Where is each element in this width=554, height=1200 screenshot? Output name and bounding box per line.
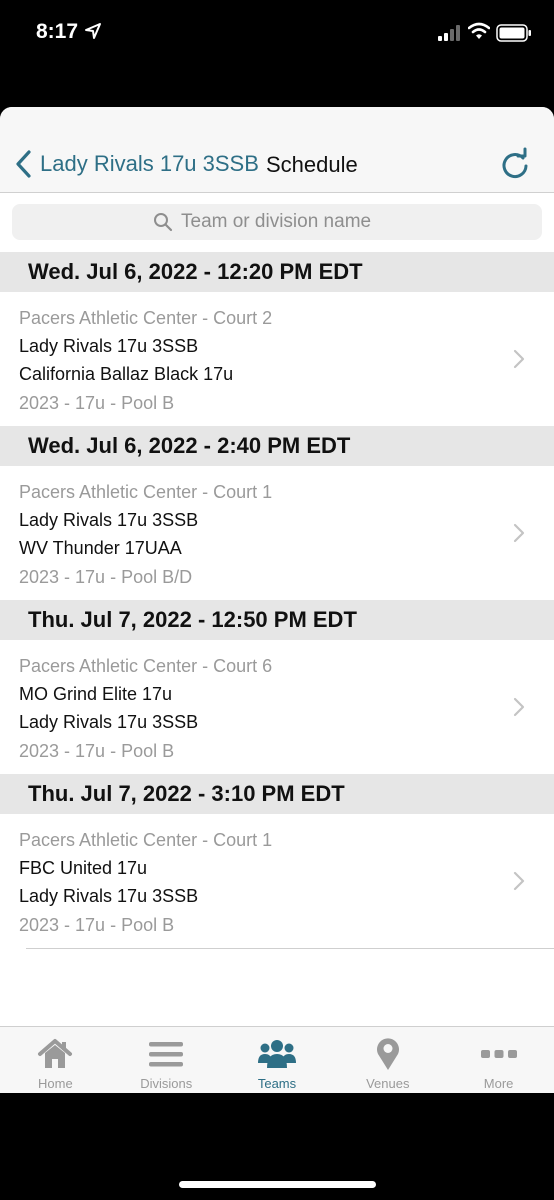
game-team-1: Lady Rivals 17u 3SSB	[19, 510, 199, 530]
tab-teams[interactable]: Teams	[222, 1027, 333, 1093]
game-team-1: FBC United 17u	[19, 858, 148, 878]
game-division: 2023 - 17u - Pool B	[19, 741, 175, 761]
game-row[interactable]: Pacers Athletic Center - Court 1 FBC Uni…	[0, 814, 554, 948]
game-venue: Pacers Athletic Center - Court 6	[19, 656, 273, 676]
back-label: Lady Rivals 17u 3SSB	[40, 151, 259, 176]
tab-label: More	[483, 1076, 514, 1091]
game-team-2: Lady Rivals 17u 3SSB	[19, 886, 199, 906]
game-team-2: California Ballaz Black 17u	[19, 364, 234, 384]
search-icon	[154, 213, 173, 232]
cellular-signal-icon	[438, 25, 460, 41]
game-row[interactable]: Pacers Athletic Center - Court 2 Lady Ri…	[0, 292, 554, 426]
game-division: 2023 - 17u - Pool B/D	[19, 567, 193, 587]
chevron-left-icon	[16, 150, 31, 178]
tab-home[interactable]: Home	[0, 1027, 111, 1093]
game-datetime-header: Thu. Jul 7, 2022 - 3:10 PM EDT	[0, 774, 554, 814]
game-team-2: Lady Rivals 17u 3SSB	[19, 712, 199, 732]
tab-more[interactable]: More	[443, 1027, 554, 1093]
app-screen: Lady Rivals 17u 3SSB Schedule Wed. Jul 6…	[0, 107, 554, 1093]
game-row[interactable]: Pacers Athletic Center - Court 1 Lady Ri…	[0, 466, 554, 600]
tab-venues[interactable]: Venues	[332, 1027, 443, 1093]
location-arrow-icon	[85, 23, 101, 39]
chevron-right-icon	[513, 349, 525, 369]
tab-label: Teams	[257, 1076, 297, 1091]
list-divider	[26, 948, 554, 949]
chevron-right-icon	[513, 871, 525, 891]
tab-divisions[interactable]: Divisions	[111, 1027, 222, 1093]
game-row[interactable]: Pacers Athletic Center - Court 6 MO Grin…	[0, 640, 554, 774]
game-datetime-header: Thu. Jul 7, 2022 - 12:50 PM EDT	[0, 600, 554, 640]
tab-bar: Home Divisions Teams Venues More	[0, 1026, 554, 1093]
wifi-icon	[468, 22, 490, 39]
page-title: Schedule	[266, 152, 358, 177]
tab-label: Divisions	[140, 1076, 193, 1091]
battery-icon	[496, 24, 531, 42]
game-team-1: Lady Rivals 17u 3SSB	[19, 336, 199, 356]
game-datetime-header: Wed. Jul 6, 2022 - 2:40 PM EDT	[0, 426, 554, 466]
teams-icon	[257, 1040, 296, 1068]
search-input[interactable]	[181, 211, 401, 233]
tab-label: Home	[38, 1076, 73, 1091]
home-icon	[38, 1039, 73, 1068]
back-button[interactable]: Lady Rivals 17u 3SSB	[14, 147, 259, 181]
home-indicator[interactable]	[179, 1181, 376, 1188]
game-team-1: MO Grind Elite 17u	[19, 684, 173, 704]
list-icon	[149, 1042, 184, 1067]
more-icon	[480, 1050, 517, 1058]
refresh-icon[interactable]	[499, 147, 531, 181]
game-division: 2023 - 17u - Pool B	[19, 393, 175, 413]
game-venue: Pacers Athletic Center - Court 1	[19, 830, 273, 850]
search-bar[interactable]	[12, 204, 542, 240]
game-venue: Pacers Athletic Center - Court 1	[19, 482, 273, 502]
tab-label: Venues	[366, 1076, 410, 1091]
schedule-list: Wed. Jul 6, 2022 - 12:20 PM EDT Pacers A…	[0, 252, 554, 949]
game-division: 2023 - 17u - Pool B	[19, 915, 175, 935]
status-bar: 8:17	[0, 0, 554, 70]
game-venue: Pacers Athletic Center - Court 2	[19, 308, 273, 328]
navigation-bar: Lady Rivals 17u 3SSB Schedule	[0, 107, 554, 193]
chevron-right-icon	[513, 697, 525, 717]
status-time: 8:17	[36, 20, 79, 43]
game-datetime-header: Wed. Jul 6, 2022 - 12:20 PM EDT	[0, 252, 554, 292]
map-pin-icon	[376, 1038, 399, 1070]
chevron-right-icon	[513, 523, 525, 543]
game-team-2: WV Thunder 17UAA	[19, 538, 182, 558]
